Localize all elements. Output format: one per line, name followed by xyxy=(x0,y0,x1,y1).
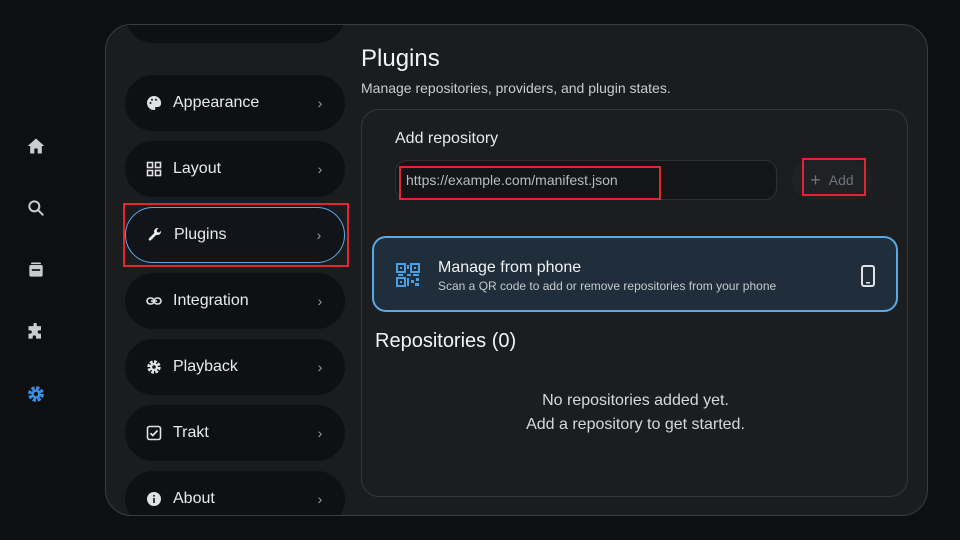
menu-item-label: Layout xyxy=(173,160,222,177)
link-icon xyxy=(145,292,163,310)
manage-from-phone-subtitle: Scan a QR code to add or remove reposito… xyxy=(438,279,777,293)
menu-item-label: Trakt xyxy=(173,424,209,441)
phone-icon xyxy=(860,265,876,287)
grid-icon xyxy=(145,160,163,178)
library-icon[interactable] xyxy=(24,258,48,282)
plugins-card: Add repository + Add xyxy=(361,109,908,497)
page-subtitle: Manage repositories, providers, and plug… xyxy=(361,80,671,96)
menu-item-integration[interactable]: Integration › xyxy=(125,273,345,329)
nav-rail xyxy=(0,0,72,540)
qr-code-icon xyxy=(396,263,420,287)
puzzle-icon[interactable] xyxy=(24,320,48,344)
chevron-right-icon: › xyxy=(317,161,323,177)
gear-icon xyxy=(145,358,163,376)
menu-item-trakt[interactable]: Trakt › xyxy=(125,405,345,461)
page-title: Plugins xyxy=(361,45,440,72)
chevron-right-icon: › xyxy=(317,425,323,441)
menu-item-partial-top[interactable] xyxy=(125,25,345,43)
home-icon[interactable] xyxy=(24,134,48,158)
manage-from-phone-card[interactable]: Manage from phone Scan a QR code to add … xyxy=(372,236,898,312)
chevron-right-icon: › xyxy=(317,491,323,507)
add-repository-title: Add repository xyxy=(395,130,499,147)
settings-menu: Appearance › Layout › Plugins › Integrat… xyxy=(106,25,356,515)
menu-item-about[interactable]: About › xyxy=(125,471,345,515)
menu-item-appearance[interactable]: Appearance › xyxy=(125,75,345,131)
chevron-right-icon: › xyxy=(317,293,323,309)
repositories-title: Repositories (0) xyxy=(375,330,517,352)
search-icon[interactable] xyxy=(24,196,48,220)
menu-item-label: About xyxy=(173,490,215,507)
plugins-content: Plugins Manage repositories, providers, … xyxy=(361,25,927,515)
menu-item-playback[interactable]: Playback › xyxy=(125,339,345,395)
menu-item-label: Appearance xyxy=(173,94,260,111)
menu-item-label: Playback xyxy=(173,358,238,375)
menu-item-label: Integration xyxy=(173,292,249,309)
highlight-box xyxy=(399,166,661,200)
manage-from-phone-title: Manage from phone xyxy=(438,259,582,276)
chevron-right-icon: › xyxy=(317,95,323,111)
highlight-box xyxy=(123,203,349,267)
info-icon xyxy=(145,490,163,508)
palette-icon xyxy=(145,94,163,112)
highlight-box xyxy=(802,158,866,196)
settings-panel: Appearance › Layout › Plugins › Integrat… xyxy=(105,24,928,516)
gear-icon[interactable] xyxy=(24,382,48,406)
checkbox-icon xyxy=(145,424,163,442)
empty-state-line2: Add a repository to get started. xyxy=(526,416,745,433)
menu-item-layout[interactable]: Layout › xyxy=(125,141,345,197)
chevron-right-icon: › xyxy=(317,359,323,375)
empty-state-line1: No repositories added yet. xyxy=(542,392,729,409)
